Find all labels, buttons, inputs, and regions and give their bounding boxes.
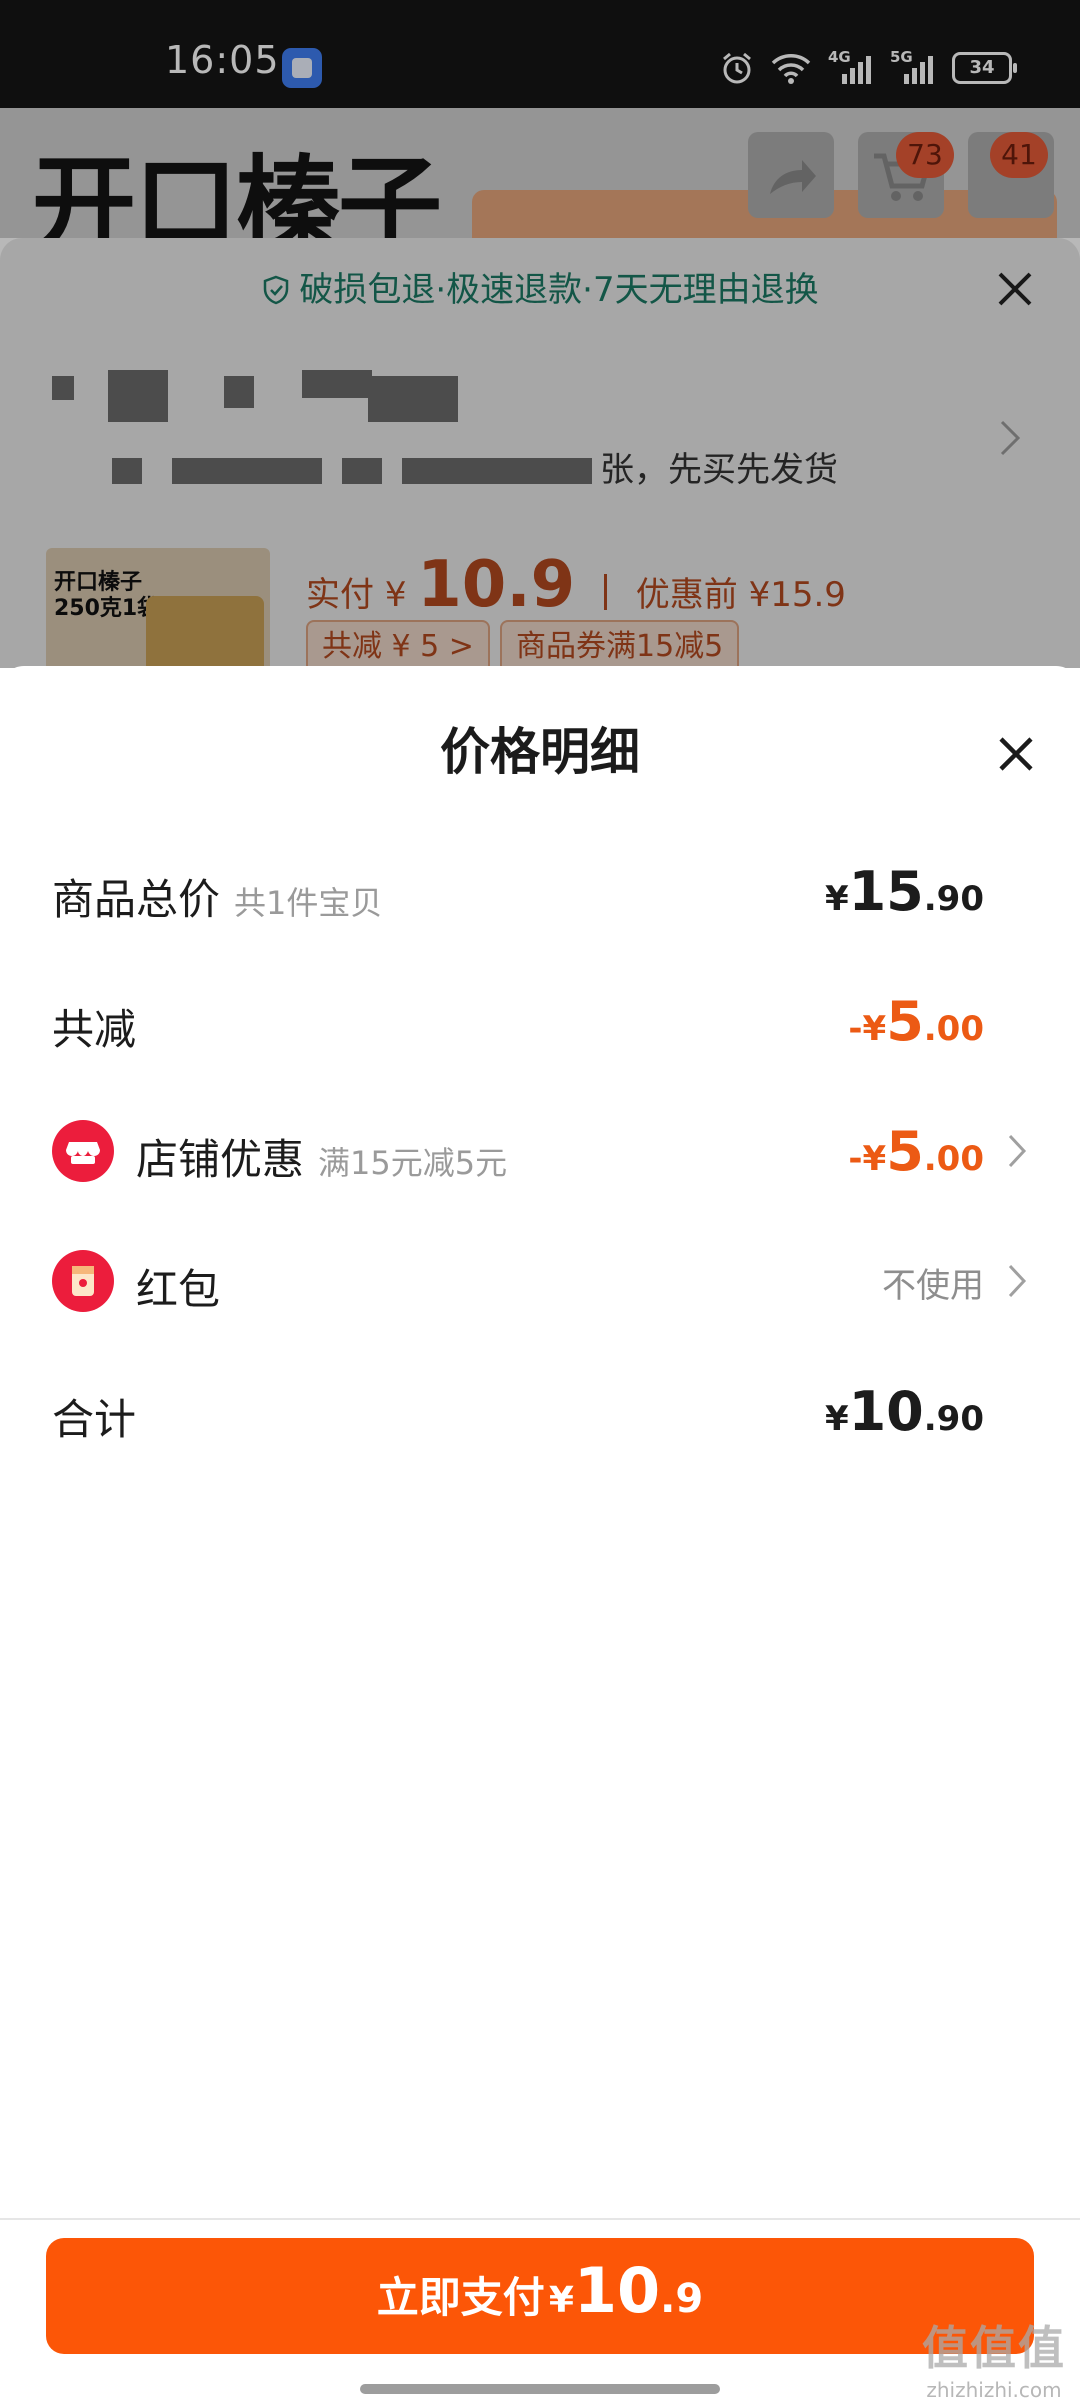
sheet-title: 价格明细 xyxy=(440,723,640,781)
sheet-close-icon[interactable] xyxy=(996,734,1036,774)
chevron-right-icon xyxy=(1008,1264,1027,1298)
goods-count: 共1件宝贝 xyxy=(234,884,383,922)
store-discount-label: 店铺优惠 满15元减5元 xyxy=(136,1126,507,1187)
total-discount-label: 共减 xyxy=(52,1005,137,1054)
total-discount-amount: -¥5.00 xyxy=(848,990,984,1053)
pay-label: 立即支付 xyxy=(376,2273,545,2322)
amount-decimal: .90 xyxy=(923,1399,984,1439)
red-packet-value: 不使用 xyxy=(882,1266,984,1306)
amount-decimal: .90 xyxy=(923,879,984,919)
pay-button-content: 立即支付 ¥10.9 xyxy=(377,2254,703,2327)
currency: ¥ xyxy=(824,1399,849,1439)
amount-decimal: .00 xyxy=(923,1139,984,1179)
amount-integer: 15 xyxy=(848,860,924,923)
watermark-url: zhizhizhi.com xyxy=(926,2378,1062,2402)
amount-integer: 5 xyxy=(886,1120,924,1183)
store-discount-amount: -¥5.00 xyxy=(848,1120,984,1183)
currency: ¥ xyxy=(824,879,849,919)
goods-total-title: 商品总价 xyxy=(52,875,221,924)
watermark: 值值值 zhizhizhi.com xyxy=(922,2312,1066,2402)
goods-total-amount: ¥15.90 xyxy=(825,860,984,923)
pay-currency: ¥ xyxy=(548,2280,574,2321)
pay-integer: 10 xyxy=(573,2254,661,2327)
dim-overlay[interactable] xyxy=(0,0,1080,668)
watermark-logo: 值值值 xyxy=(922,2321,1066,2375)
store-icon xyxy=(52,1120,114,1182)
pay-decimal: .9 xyxy=(660,2276,704,2322)
bottom-divider xyxy=(0,2218,1080,2220)
row-goods-total: 商品总价 共1件宝贝 ¥15.90 xyxy=(0,850,1080,930)
row-red-packet[interactable]: 红包 不使用 xyxy=(0,1240,1080,1320)
amount-decimal: .00 xyxy=(923,1009,984,1049)
home-indicator[interactable] xyxy=(360,2384,720,2394)
row-store-discount[interactable]: 店铺优惠 满15元减5元 -¥5.00 xyxy=(0,1110,1080,1190)
chevron-right-icon xyxy=(1008,1134,1027,1168)
pay-now-button[interactable]: 立即支付 ¥10.9 xyxy=(46,2238,1034,2354)
red-packet-icon xyxy=(52,1250,114,1312)
store-discount-title: 店铺优惠 xyxy=(136,1135,305,1184)
currency: -¥ xyxy=(848,1139,887,1179)
sum-amount: ¥10.90 xyxy=(825,1380,984,1443)
store-discount-rule: 满15元减5元 xyxy=(318,1144,508,1182)
amount-integer: 10 xyxy=(848,1380,924,1443)
currency: -¥ xyxy=(848,1009,887,1049)
red-packet-label: 红包 xyxy=(136,1265,221,1314)
amount-integer: 5 xyxy=(886,990,924,1053)
sum-label: 合计 xyxy=(52,1395,137,1444)
row-total-discount: 共减 -¥5.00 xyxy=(0,980,1080,1060)
goods-total-label: 商品总价 共1件宝贝 xyxy=(52,866,382,927)
row-sum: 合计 ¥10.90 xyxy=(0,1370,1080,1450)
